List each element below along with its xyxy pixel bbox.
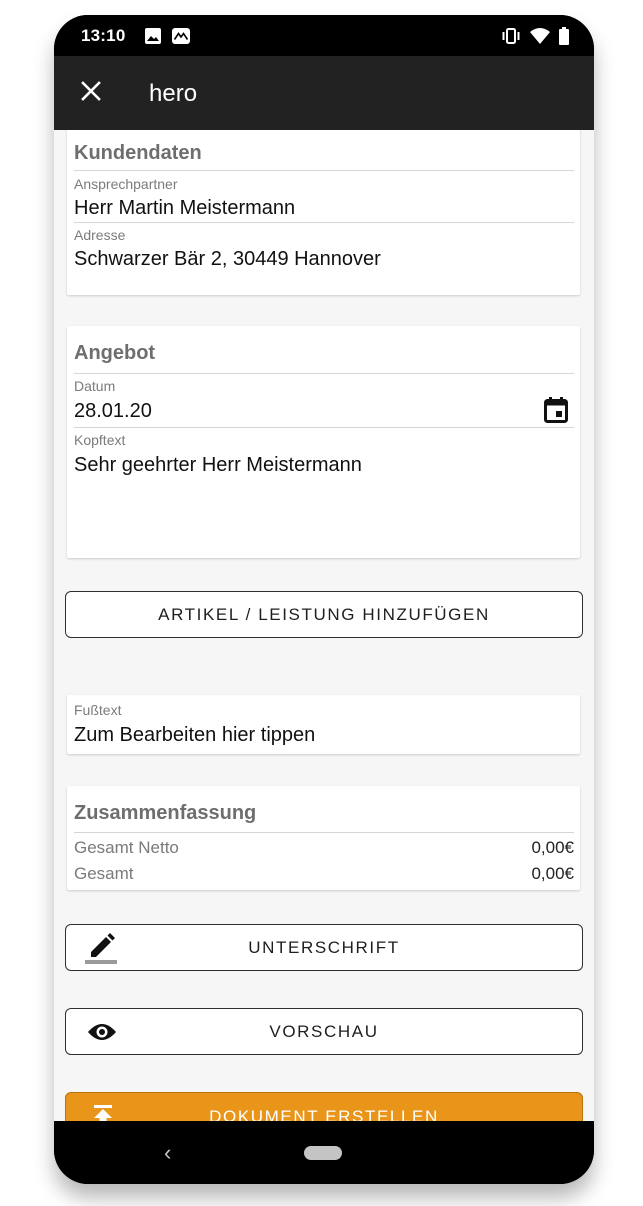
status-time: 13:10 (81, 26, 126, 45)
summary-card-title: Zusammenfassung (74, 802, 257, 824)
summary-card: Zusammenfassung Gesamt Netto 0,00€ Gesam… (67, 786, 580, 890)
divider (74, 832, 574, 833)
signature-button-label: UNTERSCHRIFT (248, 938, 400, 957)
total-label: Gesamt (74, 864, 134, 883)
back-nav-icon[interactable]: ‹ (164, 1140, 171, 1166)
wifi-icon (530, 27, 550, 50)
app-bar: hero (54, 56, 594, 130)
signature-button[interactable]: UNTERSCHRIFT (65, 924, 583, 971)
offer-card-title: Angebot (74, 342, 156, 364)
address-label: Adresse (74, 227, 126, 243)
footer-text-label: Fußtext (74, 702, 122, 718)
add-item-button[interactable]: ARTIKEL / LEISTUNG HINZUFÜGEN (65, 591, 583, 638)
divider (74, 373, 574, 374)
vibrate-icon (500, 27, 522, 50)
net-total-label: Gesamt Netto (74, 838, 179, 857)
form-content[interactable]: Kundendaten Ansprechpartner Herr Martin … (54, 130, 594, 1121)
mountain-icon (171, 27, 191, 50)
page-title: hero (149, 80, 198, 107)
total-value: 0,00€ (531, 864, 574, 883)
preview-button[interactable]: VORSCHAU (65, 1008, 583, 1055)
address-field[interactable]: Schwarzer Bär 2, 30449 Hannover (74, 248, 381, 271)
footer-text-card[interactable]: Fußtext Zum Bearbeiten hier tippen (67, 695, 580, 754)
home-nav-pill[interactable] (304, 1146, 342, 1160)
calendar-icon[interactable] (544, 397, 568, 428)
status-bar: 13:10 (54, 15, 594, 56)
net-total-value: 0,00€ (531, 838, 574, 857)
customer-data-card: Kundendaten Ansprechpartner Herr Martin … (67, 130, 580, 295)
date-label: Datum (74, 378, 116, 394)
battery-icon (558, 27, 570, 50)
navigation-bar: ‹ (54, 1121, 594, 1184)
date-field[interactable]: 28.01.20 (74, 400, 152, 423)
create-document-button-label: DOKUMENT ERSTELLEN (209, 1107, 439, 1121)
footer-text-field[interactable]: Zum Bearbeiten hier tippen (74, 724, 315, 747)
header-text-label: Kopftext (74, 432, 126, 448)
contact-field[interactable]: Herr Martin Meistermann (74, 197, 295, 220)
preview-button-label: VORSCHAU (269, 1022, 379, 1041)
header-text-field[interactable]: Sehr geehrter Herr Meistermann (74, 454, 362, 477)
customer-card-title: Kundendaten (74, 142, 202, 164)
offer-card: Angebot Datum 28.01.20 Kopftext Sehr gee… (67, 326, 580, 558)
close-icon[interactable] (78, 78, 104, 104)
create-document-button[interactable]: DOKUMENT ERSTELLEN (65, 1092, 583, 1121)
add-item-button-label: ARTIKEL / LEISTUNG HINZUFÜGEN (158, 605, 490, 624)
divider (74, 170, 574, 171)
phone-frame: 13:10 hero Kundendaten Ansprechpartner H… (54, 15, 594, 1184)
image-icon (144, 27, 162, 50)
contact-label: Ansprechpartner (74, 176, 178, 192)
divider (74, 427, 574, 428)
divider (74, 222, 574, 223)
